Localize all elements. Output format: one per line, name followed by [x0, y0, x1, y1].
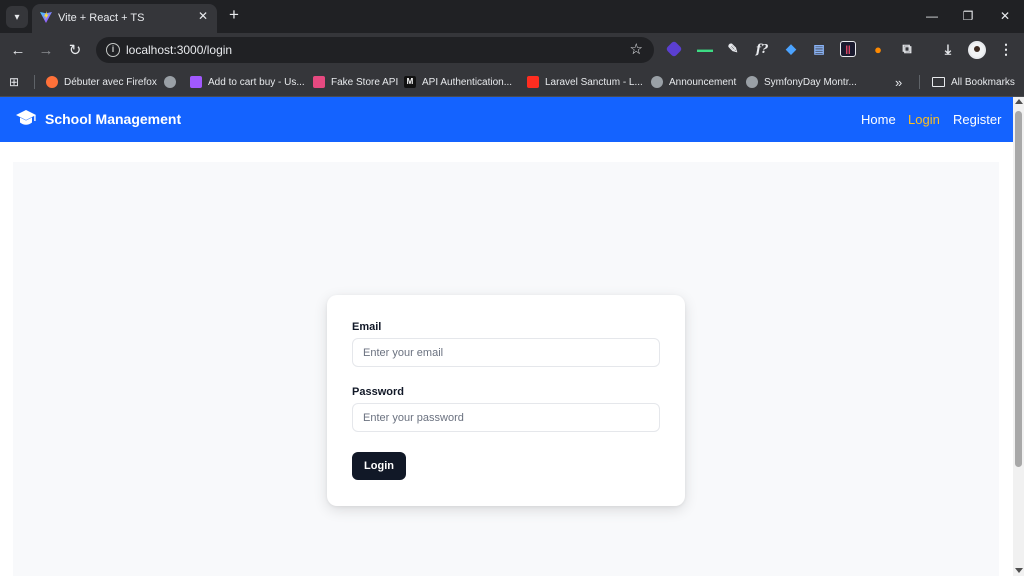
- download-icon[interactable]: ⤓: [940, 41, 956, 57]
- bookmark-star-icon[interactable]: ☆: [630, 40, 643, 58]
- bookmark-label: SymfonyDay Montr...: [764, 76, 857, 88]
- graduation-cap-icon: [16, 110, 36, 125]
- restore-button[interactable]: ❐: [953, 4, 983, 28]
- menu-kebab-icon[interactable]: ⋮: [998, 41, 1014, 57]
- bookmarks-divider: [34, 75, 35, 89]
- new-tab-button[interactable]: +: [225, 5, 243, 25]
- bookmarks-overflow-button[interactable]: »: [895, 74, 902, 90]
- bookmark-item[interactable]: Fake Store API: [313, 74, 398, 90]
- bookmark-item[interactable]: Announcement: [651, 74, 736, 90]
- page-viewport: School Management Home Login Register Em…: [0, 97, 1013, 576]
- globe-icon: [746, 76, 758, 88]
- close-window-button[interactable]: ✕: [990, 4, 1020, 28]
- minimize-button[interactable]: —: [917, 4, 947, 28]
- app-brand[interactable]: School Management: [45, 111, 181, 127]
- browser-tab[interactable]: Vite + React + TS ✕: [32, 4, 217, 33]
- scroll-down-arrow-icon[interactable]: [1015, 568, 1023, 573]
- bookmark-label: API Authentication...: [422, 76, 513, 88]
- tab-close-icon[interactable]: ✕: [195, 8, 211, 24]
- bookmark-item[interactable]: [164, 74, 182, 90]
- extension-purple-icon[interactable]: [665, 40, 683, 58]
- login-card: Email Password Login: [327, 295, 685, 506]
- fake-store-icon: [313, 76, 325, 88]
- extension-green-icon[interactable]: ▬▬: [697, 41, 713, 57]
- site-info-icon[interactable]: i: [106, 43, 120, 57]
- scroll-thumb[interactable]: [1015, 111, 1022, 467]
- tab-search-button[interactable]: ▾: [6, 6, 28, 28]
- email-input[interactable]: [352, 338, 660, 367]
- page-scrollbar[interactable]: [1013, 97, 1024, 576]
- bookmark-label: Announcement: [669, 76, 737, 88]
- bookmark-label: Fake Store API: [331, 76, 399, 88]
- browser-tab-strip: ▾ Vite + React + TS ✕ + — ❐ ✕: [0, 0, 1024, 33]
- bookmark-item[interactable]: SymfonyDay Montr...: [746, 74, 857, 90]
- vite-logo-icon: [40, 11, 52, 23]
- bookmark-item[interactable]: M API Authentication...: [404, 74, 512, 90]
- app-navbar: School Management Home Login Register: [0, 97, 1013, 142]
- nav-register-link[interactable]: Register: [953, 112, 1001, 127]
- all-bookmarks-button[interactable]: All Bookmarks: [932, 74, 1015, 90]
- reload-icon[interactable]: ↻: [63, 38, 87, 62]
- bookmarks-bar: ⊞ Débuter avec Firefox Add to cart buy -…: [0, 67, 1024, 97]
- diamond-extension-icon[interactable]: ◆: [783, 41, 799, 57]
- add-to-cart-icon: [190, 76, 202, 88]
- nav-home-link[interactable]: Home: [861, 112, 896, 127]
- forward-icon[interactable]: →: [34, 38, 58, 62]
- bookmarks-divider: [919, 75, 920, 89]
- function-extension-icon[interactable]: f?: [754, 41, 770, 57]
- tab-title: Vite + React + TS: [58, 12, 145, 24]
- address-bar[interactable]: i localhost:3000/login ☆: [96, 37, 654, 63]
- bookmark-label: Add to cart buy - Us...: [208, 76, 305, 88]
- scroll-up-arrow-icon[interactable]: [1015, 99, 1023, 104]
- laravel-icon: [527, 76, 539, 88]
- firefox-icon: [46, 76, 58, 88]
- email-label: Email: [352, 321, 382, 333]
- document-extension-icon[interactable]: ▤: [811, 41, 827, 57]
- bookmark-label: Débuter avec Firefox: [64, 76, 157, 88]
- bookmark-item[interactable]: Débuter avec Firefox: [46, 74, 157, 90]
- browser-toolbar: ← → ↻ i localhost:3000/login ☆ ▬▬ ✎ f? ◆…: [0, 33, 1024, 67]
- bracket-extension-icon[interactable]: ||: [840, 41, 856, 57]
- eyedropper-icon[interactable]: ✎: [725, 41, 741, 57]
- flame-extension-icon[interactable]: ●: [870, 41, 886, 57]
- password-label: Password: [352, 386, 404, 398]
- globe-icon: [651, 76, 663, 88]
- apps-grid-icon[interactable]: ⊞: [9, 74, 19, 90]
- profile-avatar[interactable]: [968, 41, 986, 59]
- nav-login-link[interactable]: Login: [908, 112, 940, 127]
- bookmark-item[interactable]: Laravel Sanctum - L...: [527, 74, 643, 90]
- back-icon[interactable]: ←: [6, 38, 30, 62]
- bookmark-label: Laravel Sanctum - L...: [545, 76, 643, 88]
- globe-icon: [164, 76, 176, 88]
- medium-icon: M: [404, 76, 416, 88]
- url-text[interactable]: localhost:3000/login: [126, 43, 232, 57]
- bookmark-item[interactable]: Add to cart buy - Us...: [190, 74, 305, 90]
- extensions-puzzle-icon[interactable]: ⧉: [899, 41, 915, 57]
- login-button[interactable]: Login: [352, 452, 406, 480]
- password-input[interactable]: [352, 403, 660, 432]
- folder-icon: [932, 77, 945, 87]
- all-bookmarks-label: All Bookmarks: [951, 76, 1015, 88]
